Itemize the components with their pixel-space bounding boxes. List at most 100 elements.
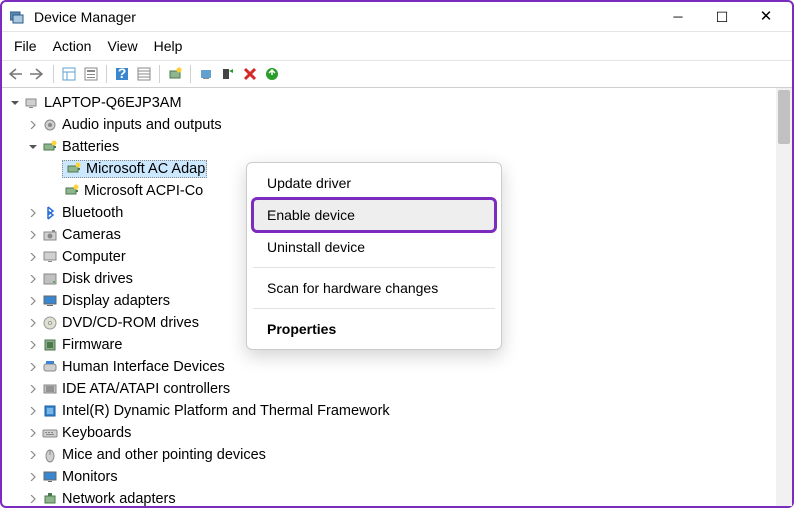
context-menu-label: Enable device [267,207,355,223]
context-menu-item[interactable]: Enable device [253,199,495,231]
tree-item[interactable]: Keyboards [26,422,790,444]
window-title: Device Manager [34,9,656,25]
tree-item[interactable]: Batteries [26,136,790,158]
tree-root[interactable]: LAPTOP-Q6EJP3AM [8,92,790,114]
context-menu-label: Properties [267,321,336,337]
toolbar-separator [190,65,191,83]
context-menu-separator [253,308,495,309]
details-icon[interactable] [134,64,154,84]
forward-button[interactable] [28,64,48,84]
tree-item-label: Firmware [62,337,122,353]
context-menu-item[interactable]: Uninstall device [253,231,495,263]
toolbar-separator [106,65,107,83]
app-icon [10,9,26,25]
dvd-icon [42,315,58,331]
network-icon [42,491,58,506]
minimize-button[interactable]: ─ [656,3,700,31]
tree-item-label: Display adapters [62,293,170,309]
tree-item-label: Network adapters [62,491,176,506]
tree-item-label: Audio inputs and outputs [62,117,222,133]
update-driver-icon[interactable] [196,64,216,84]
chevron-right-icon[interactable] [26,385,40,393]
ide-icon [42,381,58,397]
menu-help[interactable]: Help [146,35,191,57]
toolbar-separator [53,65,54,83]
maximize-button[interactable]: ☐ [700,3,744,31]
tree-item[interactable]: IDE ATA/ATAPI controllers [26,378,790,400]
tree-item-label: Keyboards [62,425,131,441]
context-menu-label: Uninstall device [267,239,365,255]
display-icon [42,293,58,309]
tree-item[interactable]: Human Interface Devices [26,356,790,378]
chevron-right-icon[interactable] [26,407,40,415]
svg-text:?: ? [118,67,127,81]
scrollbar-thumb[interactable] [778,90,790,144]
tree-item[interactable]: Monitors [26,466,790,488]
tree-item[interactable]: Audio inputs and outputs [26,114,790,136]
chevron-right-icon[interactable] [26,363,40,371]
battery-icon [64,183,80,199]
chevron-right-icon[interactable] [26,209,40,217]
tree-item-label: IDE ATA/ATAPI controllers [62,381,230,397]
back-button[interactable] [6,64,26,84]
tree-item-label: Human Interface Devices [62,359,225,375]
chevron-right-icon[interactable] [26,341,40,349]
chevron-right-icon[interactable] [26,121,40,129]
tree-item-label: Cameras [62,227,121,243]
titlebar: Device Manager ─ ☐ ✕ [2,2,792,32]
speaker-icon [42,117,58,133]
chevron-right-icon[interactable] [26,231,40,239]
mouse-icon [42,447,58,463]
context-menu-item[interactable]: Properties [253,313,495,345]
tree-child-label: Microsoft AC Adap [86,161,205,177]
context-menu-label: Scan for hardware changes [267,280,438,296]
tree-item[interactable]: Network adapters [26,488,790,506]
disable-icon[interactable] [240,64,260,84]
intel-icon [42,403,58,419]
disk-icon [42,271,58,287]
monitor-icon [42,469,58,485]
tree-item-label: Batteries [62,139,119,155]
tree-root-label: LAPTOP-Q6EJP3AM [44,95,182,111]
context-menu-item[interactable]: Update driver [253,167,495,199]
context-menu: Update driver Enable device Uninstall devi… [246,162,502,350]
context-menu-separator [253,267,495,268]
scrollbar[interactable] [776,88,792,506]
chevron-right-icon[interactable] [26,429,40,437]
tree-item-label: Disk drives [62,271,133,287]
computer-icon [42,249,58,265]
chevron-down-icon[interactable] [8,99,22,107]
tree-child-label: Microsoft ACPI-Co [84,183,203,199]
show-hidden-icon[interactable] [59,64,79,84]
chevron-right-icon[interactable] [26,253,40,261]
properties-icon[interactable] [81,64,101,84]
tree-item[interactable]: Intel(R) Dynamic Platform and Thermal Fr… [26,400,790,422]
firmware-icon [42,337,58,353]
battery-icon [42,139,58,155]
chevron-right-icon[interactable] [26,297,40,305]
toolbar-separator [159,65,160,83]
scan-hardware-icon[interactable] [165,64,185,84]
chevron-right-icon[interactable] [26,451,40,459]
computer-icon [24,95,40,111]
tree-item-label: Intel(R) Dynamic Platform and Thermal Fr… [62,403,390,419]
chevron-down-icon[interactable] [26,143,40,151]
menu-action[interactable]: Action [45,35,100,57]
context-menu-item[interactable]: Scan for hardware changes [253,272,495,304]
context-menu-label: Update driver [267,175,351,191]
hid-icon [42,359,58,375]
chevron-right-icon[interactable] [26,473,40,481]
chevron-right-icon[interactable] [26,495,40,503]
menu-file[interactable]: File [6,35,45,57]
tree-area: LAPTOP-Q6EJP3AM Audio inputs and outputs B… [2,88,792,506]
chevron-right-icon[interactable] [26,319,40,327]
uninstall-icon[interactable] [218,64,238,84]
menu-view[interactable]: View [99,35,145,57]
chevron-right-icon[interactable] [26,275,40,283]
tree-item[interactable]: Mice and other pointing devices [26,444,790,466]
enable-icon[interactable] [262,64,282,84]
toolbar: ? [2,60,792,88]
tree-item-label: Bluetooth [62,205,123,221]
close-button[interactable]: ✕ [744,3,788,31]
help-icon[interactable]: ? [112,64,132,84]
